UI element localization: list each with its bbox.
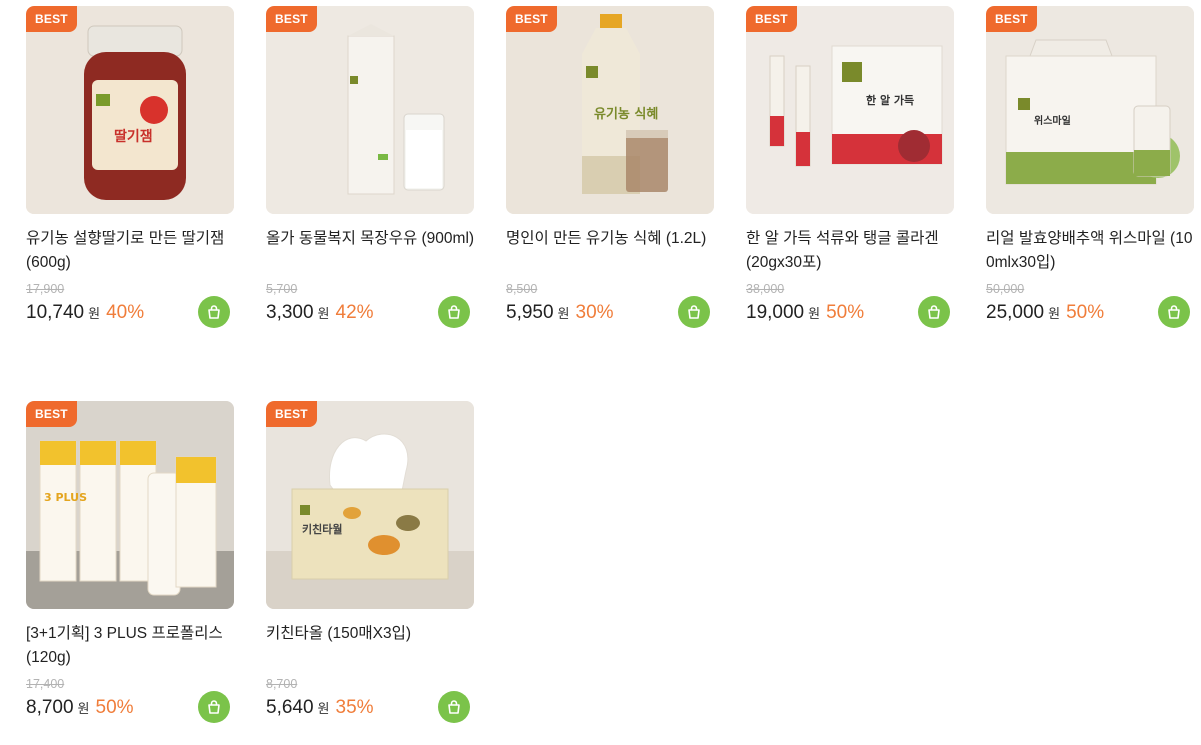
product-image[interactable]: 위스마일 BEST	[986, 6, 1194, 214]
sale-price: 5,640	[266, 697, 314, 718]
jar-label-text: 딸기잼	[114, 128, 153, 145]
discount-rate: 50%	[1066, 302, 1105, 323]
currency-label: 원	[557, 306, 570, 321]
sale-price: 8,700	[26, 697, 74, 718]
product-card[interactable]: 3 PLUS BEST [3+1기획] 3 PLUS 프로폴리스 (120g) …	[26, 401, 234, 731]
product-name[interactable]: 한 알 가득 석류와 탱글 콜라겐 (20gx30포)	[746, 227, 956, 275]
shopping-bag-icon	[928, 305, 940, 319]
currency-label: 원	[88, 306, 101, 321]
product-name[interactable]: 키친타올 (150매X3입)	[266, 622, 476, 646]
product-card[interactable]: BEST 올가 동물복지 목장우유 (900ml) 5,700 3,300 원 42…	[266, 6, 474, 336]
price-row: 19,000 원 50%	[746, 302, 864, 328]
currency-label: 원	[317, 701, 330, 716]
product-image[interactable]: 한 알 가득 BEST	[746, 6, 954, 214]
box-label-text: 키친타월	[302, 522, 342, 536]
product-image[interactable]: BEST	[266, 6, 474, 214]
box-label-text: 위스마일	[1034, 114, 1071, 127]
sale-price: 25,000	[986, 302, 1045, 323]
sale-price: 10,740	[26, 302, 85, 323]
price-row: 5,640 원 35%	[266, 697, 374, 723]
price-row: 25,000 원 50%	[986, 302, 1104, 328]
box-label-text: 3 PLUS	[44, 491, 87, 504]
discount-rate: 50%	[826, 302, 865, 323]
product-image[interactable]: 키친타월 BEST	[266, 401, 474, 609]
best-badge: BEST	[506, 6, 557, 32]
add-to-cart-button[interactable]	[198, 296, 230, 328]
original-price: 17,400	[26, 677, 65, 691]
product-name[interactable]: 리얼 발효양배추액 위스마일 (100mlx30입)	[986, 227, 1196, 275]
best-badge: BEST	[266, 401, 317, 427]
add-to-cart-button[interactable]	[438, 296, 470, 328]
discount-rate: 40%	[106, 302, 145, 323]
add-to-cart-button[interactable]	[918, 296, 950, 328]
product-card[interactable]: 키친타월 BEST 키친타올 (150매X3입) 8,700 5,640 원 35%	[266, 401, 474, 731]
product-card[interactable]: 딸기잼 BEST 유기농 설향딸기로 만든 딸기잼 (600g) 17,900 …	[26, 6, 234, 336]
best-badge: BEST	[986, 6, 1037, 32]
original-price: 5,700	[266, 282, 298, 296]
product-name[interactable]: 올가 동물복지 목장우유 (900ml)	[266, 227, 476, 251]
price-row: 8,700 원 50%	[26, 697, 134, 723]
original-price: 8,700	[266, 677, 298, 691]
price-row: 5,950 원 30%	[506, 302, 614, 328]
price-row: 10,740 원 40%	[26, 302, 144, 328]
best-badge: BEST	[266, 6, 317, 32]
sale-price: 3,300	[266, 302, 314, 323]
product-image[interactable]: 유기농 식혜 BEST	[506, 6, 714, 214]
product-card[interactable]: 한 알 가득 BEST 한 알 가득 석류와 탱글 콜라겐 (20gx30포) …	[746, 6, 954, 336]
sikhye-bottle-and-glass-icon: 유기농 식혜	[506, 6, 714, 214]
discount-rate: 35%	[335, 697, 374, 718]
add-to-cart-button[interactable]	[198, 691, 230, 723]
add-to-cart-button[interactable]	[1158, 296, 1190, 328]
product-card[interactable]: 유기농 식혜 BEST 명인이 만든 유기농 식혜 (1.2L) 8,500 5…	[506, 6, 714, 336]
shopping-bag-icon	[448, 700, 460, 714]
propolis-toothpaste-boxes-icon: 3 PLUS	[26, 401, 234, 609]
best-badge: BEST	[26, 6, 77, 32]
discount-rate: 30%	[575, 302, 614, 323]
currency-label: 원	[808, 306, 821, 321]
shopping-bag-icon	[688, 305, 700, 319]
discount-rate: 42%	[335, 302, 374, 323]
shopping-bag-icon	[448, 305, 460, 319]
add-to-cart-button[interactable]	[678, 296, 710, 328]
product-name[interactable]: 유기농 설향딸기로 만든 딸기잼 (600g)	[26, 227, 236, 275]
original-price: 50,000	[986, 282, 1025, 296]
price-row: 3,300 원 42%	[266, 302, 374, 328]
shopping-bag-icon	[208, 700, 220, 714]
kitchen-towel-box-icon: 키친타월	[266, 401, 474, 609]
original-price: 17,900	[26, 282, 65, 296]
product-card[interactable]: 위스마일 BEST 리얼 발효양배추액 위스마일 (100mlx30입) 50,…	[986, 6, 1194, 336]
milk-carton-and-glass-icon	[266, 6, 474, 214]
original-price: 38,000	[746, 282, 785, 296]
bottle-label-text: 유기농 식혜	[594, 106, 658, 122]
best-badge: BEST	[746, 6, 797, 32]
currency-label: 원	[317, 306, 330, 321]
original-price: 8,500	[506, 282, 538, 296]
shopping-bag-icon	[208, 305, 220, 319]
shopping-bag-icon	[1168, 305, 1180, 319]
box-label-text: 한 알 가득	[866, 93, 914, 107]
best-badge: BEST	[26, 401, 77, 427]
add-to-cart-button[interactable]	[438, 691, 470, 723]
strawberry-jam-jar-icon: 딸기잼	[26, 6, 234, 214]
currency-label: 원	[77, 701, 90, 716]
product-image[interactable]: 딸기잼 BEST	[26, 6, 234, 214]
collagen-box-and-sticks-icon: 한 알 가득	[746, 6, 954, 214]
discount-rate: 50%	[95, 697, 134, 718]
product-name[interactable]: 명인이 만든 유기농 식혜 (1.2L)	[506, 227, 716, 251]
sale-price: 5,950	[506, 302, 554, 323]
currency-label: 원	[1048, 306, 1061, 321]
product-image[interactable]: 3 PLUS BEST	[26, 401, 234, 609]
product-name[interactable]: [3+1기획] 3 PLUS 프로폴리스 (120g)	[26, 622, 236, 670]
sale-price: 19,000	[746, 302, 805, 323]
cabbage-juice-gift-box-icon: 위스마일	[986, 6, 1194, 214]
